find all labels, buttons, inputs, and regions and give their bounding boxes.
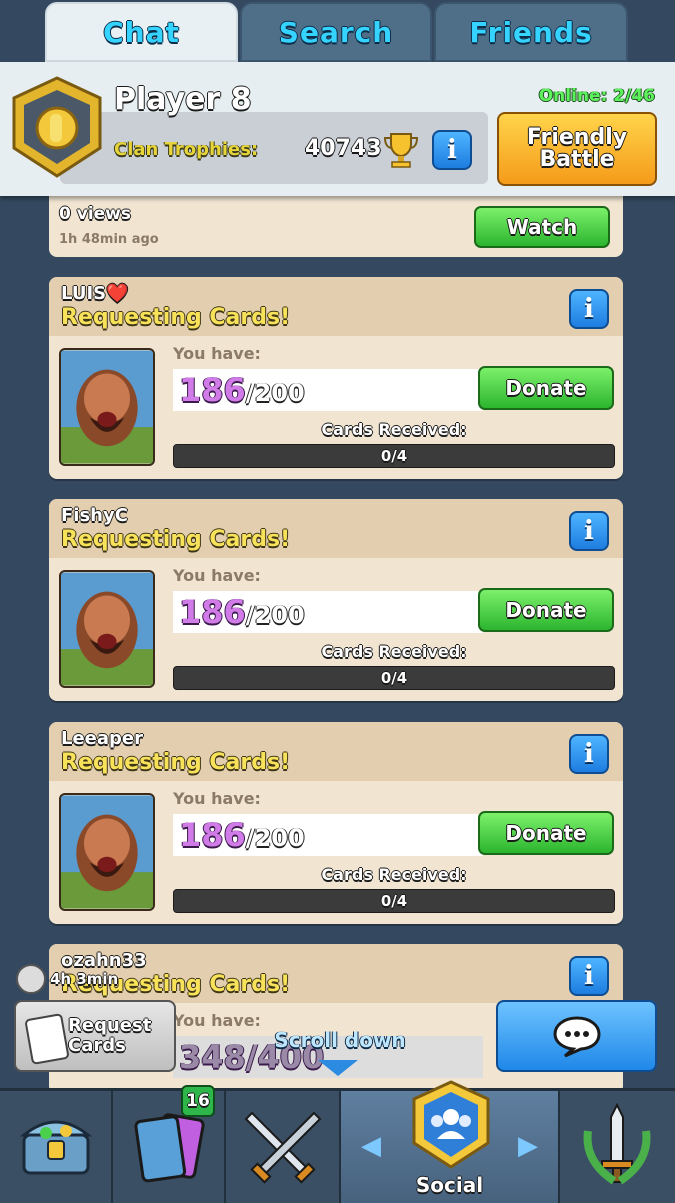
trophy-icon xyxy=(383,133,419,168)
clan-badge-icon xyxy=(12,76,102,178)
cards-received-label: Cards Received: xyxy=(321,865,467,884)
request-card-body: You have: 186/200 Donate Cards Received:… xyxy=(49,558,623,701)
tab-friends[interactable]: Friends xyxy=(434,2,628,62)
scroll-down-arrow-icon[interactable] xyxy=(318,1060,358,1076)
request-card-header: FishyC Requesting Cards! i xyxy=(49,499,623,558)
card-count-have: 186 xyxy=(179,593,246,631)
clan-trophies-label: Clan Trophies: xyxy=(114,139,259,160)
nav-shop[interactable] xyxy=(0,1091,113,1203)
card-count-total: /200 xyxy=(245,824,305,852)
card-count-total: /200 xyxy=(245,379,305,407)
request-user: Leeaper xyxy=(61,728,144,749)
nav-left-arrow-icon[interactable]: ◀ xyxy=(361,1131,381,1161)
tab-search-label: Search xyxy=(278,15,394,49)
request-card: LUIS❤️ Requesting Cards! i You have: 186… xyxy=(49,277,623,479)
tab-chat[interactable]: Chat xyxy=(45,2,238,62)
request-cards-button[interactable]: Request Cards xyxy=(14,1000,176,1072)
nav-tournaments[interactable] xyxy=(560,1091,675,1203)
replay-card: 0 views 1h 48min ago Watch xyxy=(49,196,623,257)
laurel-sword-icon xyxy=(583,1102,651,1185)
request-info-button[interactable]: i xyxy=(569,511,609,551)
nav-social[interactable]: ◀ ▶ Social xyxy=(341,1080,560,1203)
clan-info-button[interactable]: i xyxy=(432,130,472,170)
request-timer: 4h 3min xyxy=(50,970,119,988)
request-card-header: Leeaper Requesting Cards! i xyxy=(49,722,623,781)
nav-right-arrow-icon[interactable]: ▶ xyxy=(518,1131,538,1161)
request-card: FishyC Requesting Cards! i You have: 186… xyxy=(49,499,623,701)
friendly-battle-label: Friendly Battle xyxy=(526,125,628,172)
request-card-header: LUIS❤️ Requesting Cards! i xyxy=(49,277,623,336)
tab-search[interactable]: Search xyxy=(240,2,432,62)
request-cards-label: Request Cards xyxy=(68,1015,152,1056)
card-count-bar: 186/200 xyxy=(173,369,483,411)
cards-deck-icon xyxy=(134,1113,205,1183)
info-icon: i xyxy=(447,135,457,165)
request-status: Requesting Cards! xyxy=(61,305,291,330)
hog-rider-card-icon xyxy=(59,570,155,688)
card-count-have: 186 xyxy=(179,816,246,854)
online-count: Online: 2/46 xyxy=(538,86,655,106)
tab-chat-label: Chat xyxy=(103,15,180,49)
nav-social-label: Social xyxy=(415,1173,484,1197)
request-user: FishyC xyxy=(61,505,128,526)
donate-button[interactable]: Donate xyxy=(478,811,614,855)
speech-bubble-icon xyxy=(552,1016,601,1058)
cards-received-label: Cards Received: xyxy=(321,642,467,661)
player-name: Player 8 xyxy=(114,82,252,117)
clock-icon xyxy=(16,964,46,994)
card-count: 186/200 xyxy=(179,593,305,631)
card-icon xyxy=(24,1013,70,1065)
scroll-down-hint[interactable]: Scroll down xyxy=(200,1028,480,1052)
watch-button[interactable]: Watch xyxy=(474,206,610,248)
info-icon: i xyxy=(584,961,594,991)
cards-received-progress: 0/4 xyxy=(173,889,615,913)
bottom-nav: 16 ◀ ▶ Social xyxy=(0,1080,675,1203)
card-count-bar: 186/200 xyxy=(173,814,483,856)
friendly-battle-button[interactable]: Friendly Battle xyxy=(497,112,657,186)
request-user: ozahn33 xyxy=(61,950,147,971)
player-header: Player 8 Clan Trophies: 40743 i Online: … xyxy=(0,62,675,196)
donate-button[interactable]: Donate xyxy=(478,588,614,632)
cards-received-progress: 0/4 xyxy=(173,444,615,468)
request-info-button[interactable]: i xyxy=(569,289,609,329)
clan-trophies-value: 40743 xyxy=(305,136,382,161)
request-status: Requesting Cards! xyxy=(61,750,291,775)
card-count: 186/200 xyxy=(179,371,305,409)
nav-battle[interactable] xyxy=(226,1091,341,1203)
card-count-have: 186 xyxy=(179,371,246,409)
hog-rider-card-icon xyxy=(59,793,155,911)
treasure-chest-icon xyxy=(19,1120,93,1175)
replay-views: 0 views xyxy=(59,204,132,224)
you-have-label: You have: xyxy=(173,566,261,585)
tab-friends-label: Friends xyxy=(469,15,593,49)
request-card: Leeaper Requesting Cards! i You have: 18… xyxy=(49,722,623,924)
request-status: Requesting Cards! xyxy=(61,527,291,552)
social-icon xyxy=(412,1080,490,1169)
you-have-label: You have: xyxy=(173,789,261,808)
hog-rider-card-icon xyxy=(59,348,155,466)
cards-received-progress: 0/4 xyxy=(173,666,615,690)
card-count-total: /200 xyxy=(245,601,305,629)
info-icon: i xyxy=(584,516,594,546)
request-info-button[interactable]: i xyxy=(569,734,609,774)
request-card-header: ozahn33 Requesting Cards! i xyxy=(49,944,623,1003)
card-count: 186/200 xyxy=(179,816,305,854)
request-info-button[interactable]: i xyxy=(569,956,609,996)
replay-time: 1h 48min ago xyxy=(59,232,159,247)
info-icon: i xyxy=(584,294,594,324)
nav-cards[interactable]: 16 xyxy=(113,1085,226,1203)
info-icon: i xyxy=(584,739,594,769)
crossed-swords-icon xyxy=(244,1111,322,1184)
you-have-label: You have: xyxy=(173,344,261,363)
card-count-bar: 186/200 xyxy=(173,591,483,633)
chat-button[interactable] xyxy=(496,1000,657,1072)
request-card-body: You have: 186/200 Donate Cards Received:… xyxy=(49,781,623,924)
new-cards-badge: 16 xyxy=(181,1085,215,1117)
request-user: LUIS❤️ xyxy=(61,283,129,304)
request-card-body: You have: 186/200 Donate Cards Received:… xyxy=(49,336,623,479)
donate-button[interactable]: Donate xyxy=(478,366,614,410)
top-tabs: Chat Search Friends xyxy=(45,0,628,62)
cards-received-label: Cards Received: xyxy=(321,420,467,439)
